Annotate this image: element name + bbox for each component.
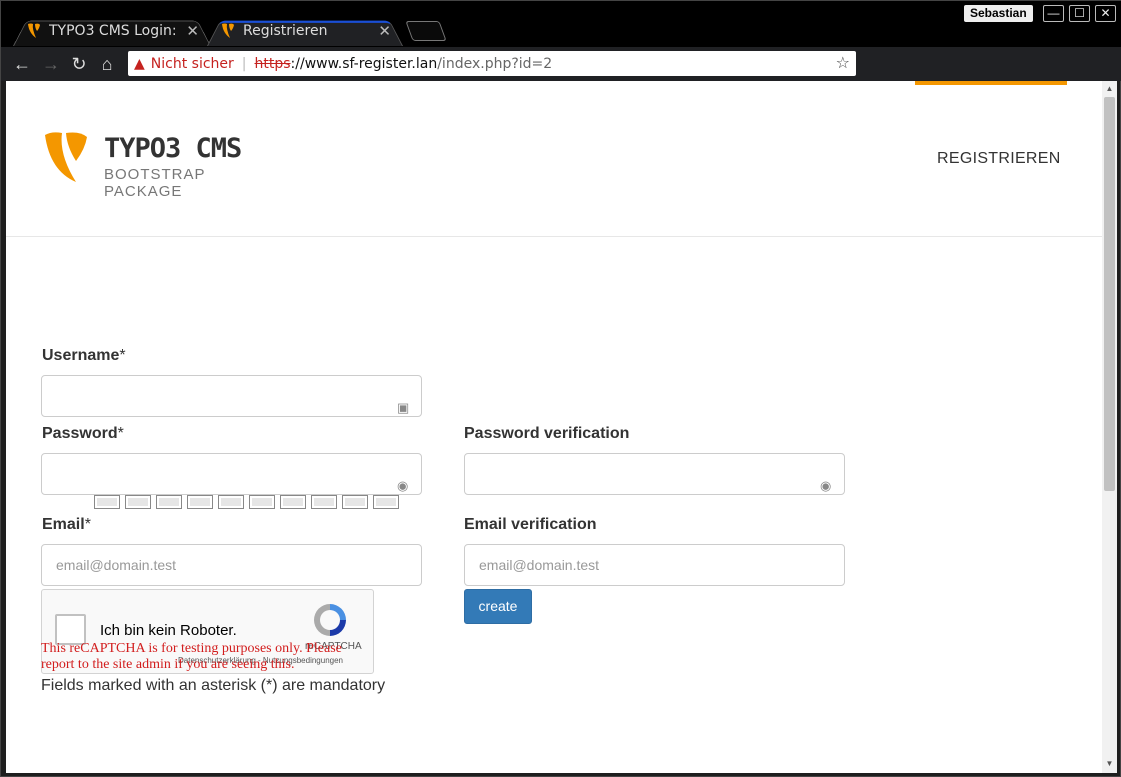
url-path: /index.php?id=2 [437,55,553,72]
meter-segment [156,495,182,509]
active-nav-indicator [915,81,1067,85]
minimize-button[interactable]: — [1043,5,1064,22]
email-verification-label: Email verification [464,516,597,533]
logo-title: TYPO3 CMS [104,133,242,164]
meter-segment [187,495,213,509]
scroll-up-icon[interactable]: ▲ [1105,84,1114,93]
forward-icon[interactable]: → [40,53,62,75]
password-input[interactable]: ◉ [41,453,422,495]
scrollbar-thumb[interactable] [1104,97,1115,491]
close-icon[interactable]: ✕ [378,22,391,40]
password-verification-label: Password verification [464,425,630,442]
tab-title: TYPO3 CMS Login: [49,23,177,39]
typo3-favicon-icon [28,23,40,38]
meter-segment [218,495,244,509]
new-tab-button[interactable] [405,21,447,41]
email-input[interactable]: email@domain.test [41,544,422,586]
maximize-button[interactable]: ☐ [1069,5,1090,22]
email-verification-input[interactable]: email@domain.test [464,544,845,586]
meter-segment [342,495,368,509]
tab-registrieren[interactable]: Registrieren ✕ [207,16,403,46]
profile-button[interactable]: Sebastian [964,5,1033,22]
security-label[interactable]: Nicht sicher [151,56,234,72]
reload-icon[interactable]: ↻ [68,53,90,75]
page-content: TYPO3 CMS BOOTSTRAP PACKAGE REGISTRIEREN… [6,81,1102,773]
url-protocol: https [254,55,291,72]
address-bar[interactable]: ▲ Nicht sicher | https ://www.sf-registe… [128,51,856,76]
meter-segment [280,495,306,509]
create-button[interactable]: create [464,589,532,624]
page-scrollbar[interactable]: ▲ ▼ [1102,81,1117,773]
site-logo[interactable]: TYPO3 CMS BOOTSTRAP PACKAGE [42,129,252,200]
browser-window: TYPO3 CMS Login: ✕ Registrieren ✕ Sebast… [0,0,1121,777]
meter-segment [373,495,399,509]
back-icon[interactable]: ← [11,53,33,75]
warning-icon: ▲ [134,55,145,72]
close-window-button[interactable]: ✕ [1095,5,1116,22]
email-label: Email* [42,516,91,533]
contact-card-icon: ▣ [397,400,410,415]
logo-subtitle: BOOTSTRAP PACKAGE [104,166,206,200]
nav-item-registrieren[interactable]: REGISTRIEREN [937,150,1061,168]
meter-segment [311,495,337,509]
header-divider [6,236,1102,237]
password-label: Password* [42,425,124,442]
title-bar: TYPO3 CMS Login: ✕ Registrieren ✕ Sebast… [1,1,1121,47]
key-icon: ◉ [397,478,409,493]
tab-typo3-login[interactable]: TYPO3 CMS Login: ✕ [13,16,211,46]
meter-segment [94,495,120,509]
close-icon[interactable]: ✕ [186,22,199,40]
typo3-favicon-icon [222,23,234,38]
meter-segment [249,495,275,509]
meter-segment [125,495,151,509]
scroll-down-icon[interactable]: ▼ [1105,759,1114,768]
mandatory-note: Fields marked with an asterisk (*) are m… [41,677,386,694]
recaptcha-label: Ich bin kein Roboter. [100,622,237,639]
bookmark-star-icon[interactable]: ☆ [836,53,850,72]
typo3-logo-icon [45,132,87,182]
username-input[interactable]: ▣ [41,375,422,417]
recaptcha-logo-icon [314,604,346,636]
username-label: Username* [42,347,126,364]
tab-title: Registrieren [243,23,328,39]
recaptcha-test-warning: This reCAPTCHA is for testing purposes o… [41,641,342,672]
password-strength-meter [94,495,399,509]
url-host: ://www.sf-register.lan [290,55,438,72]
separator: | [241,55,247,72]
home-icon[interactable]: ⌂ [96,53,118,75]
password-verification-input[interactable]: ◉ [464,453,845,495]
key-icon: ◉ [820,478,832,493]
